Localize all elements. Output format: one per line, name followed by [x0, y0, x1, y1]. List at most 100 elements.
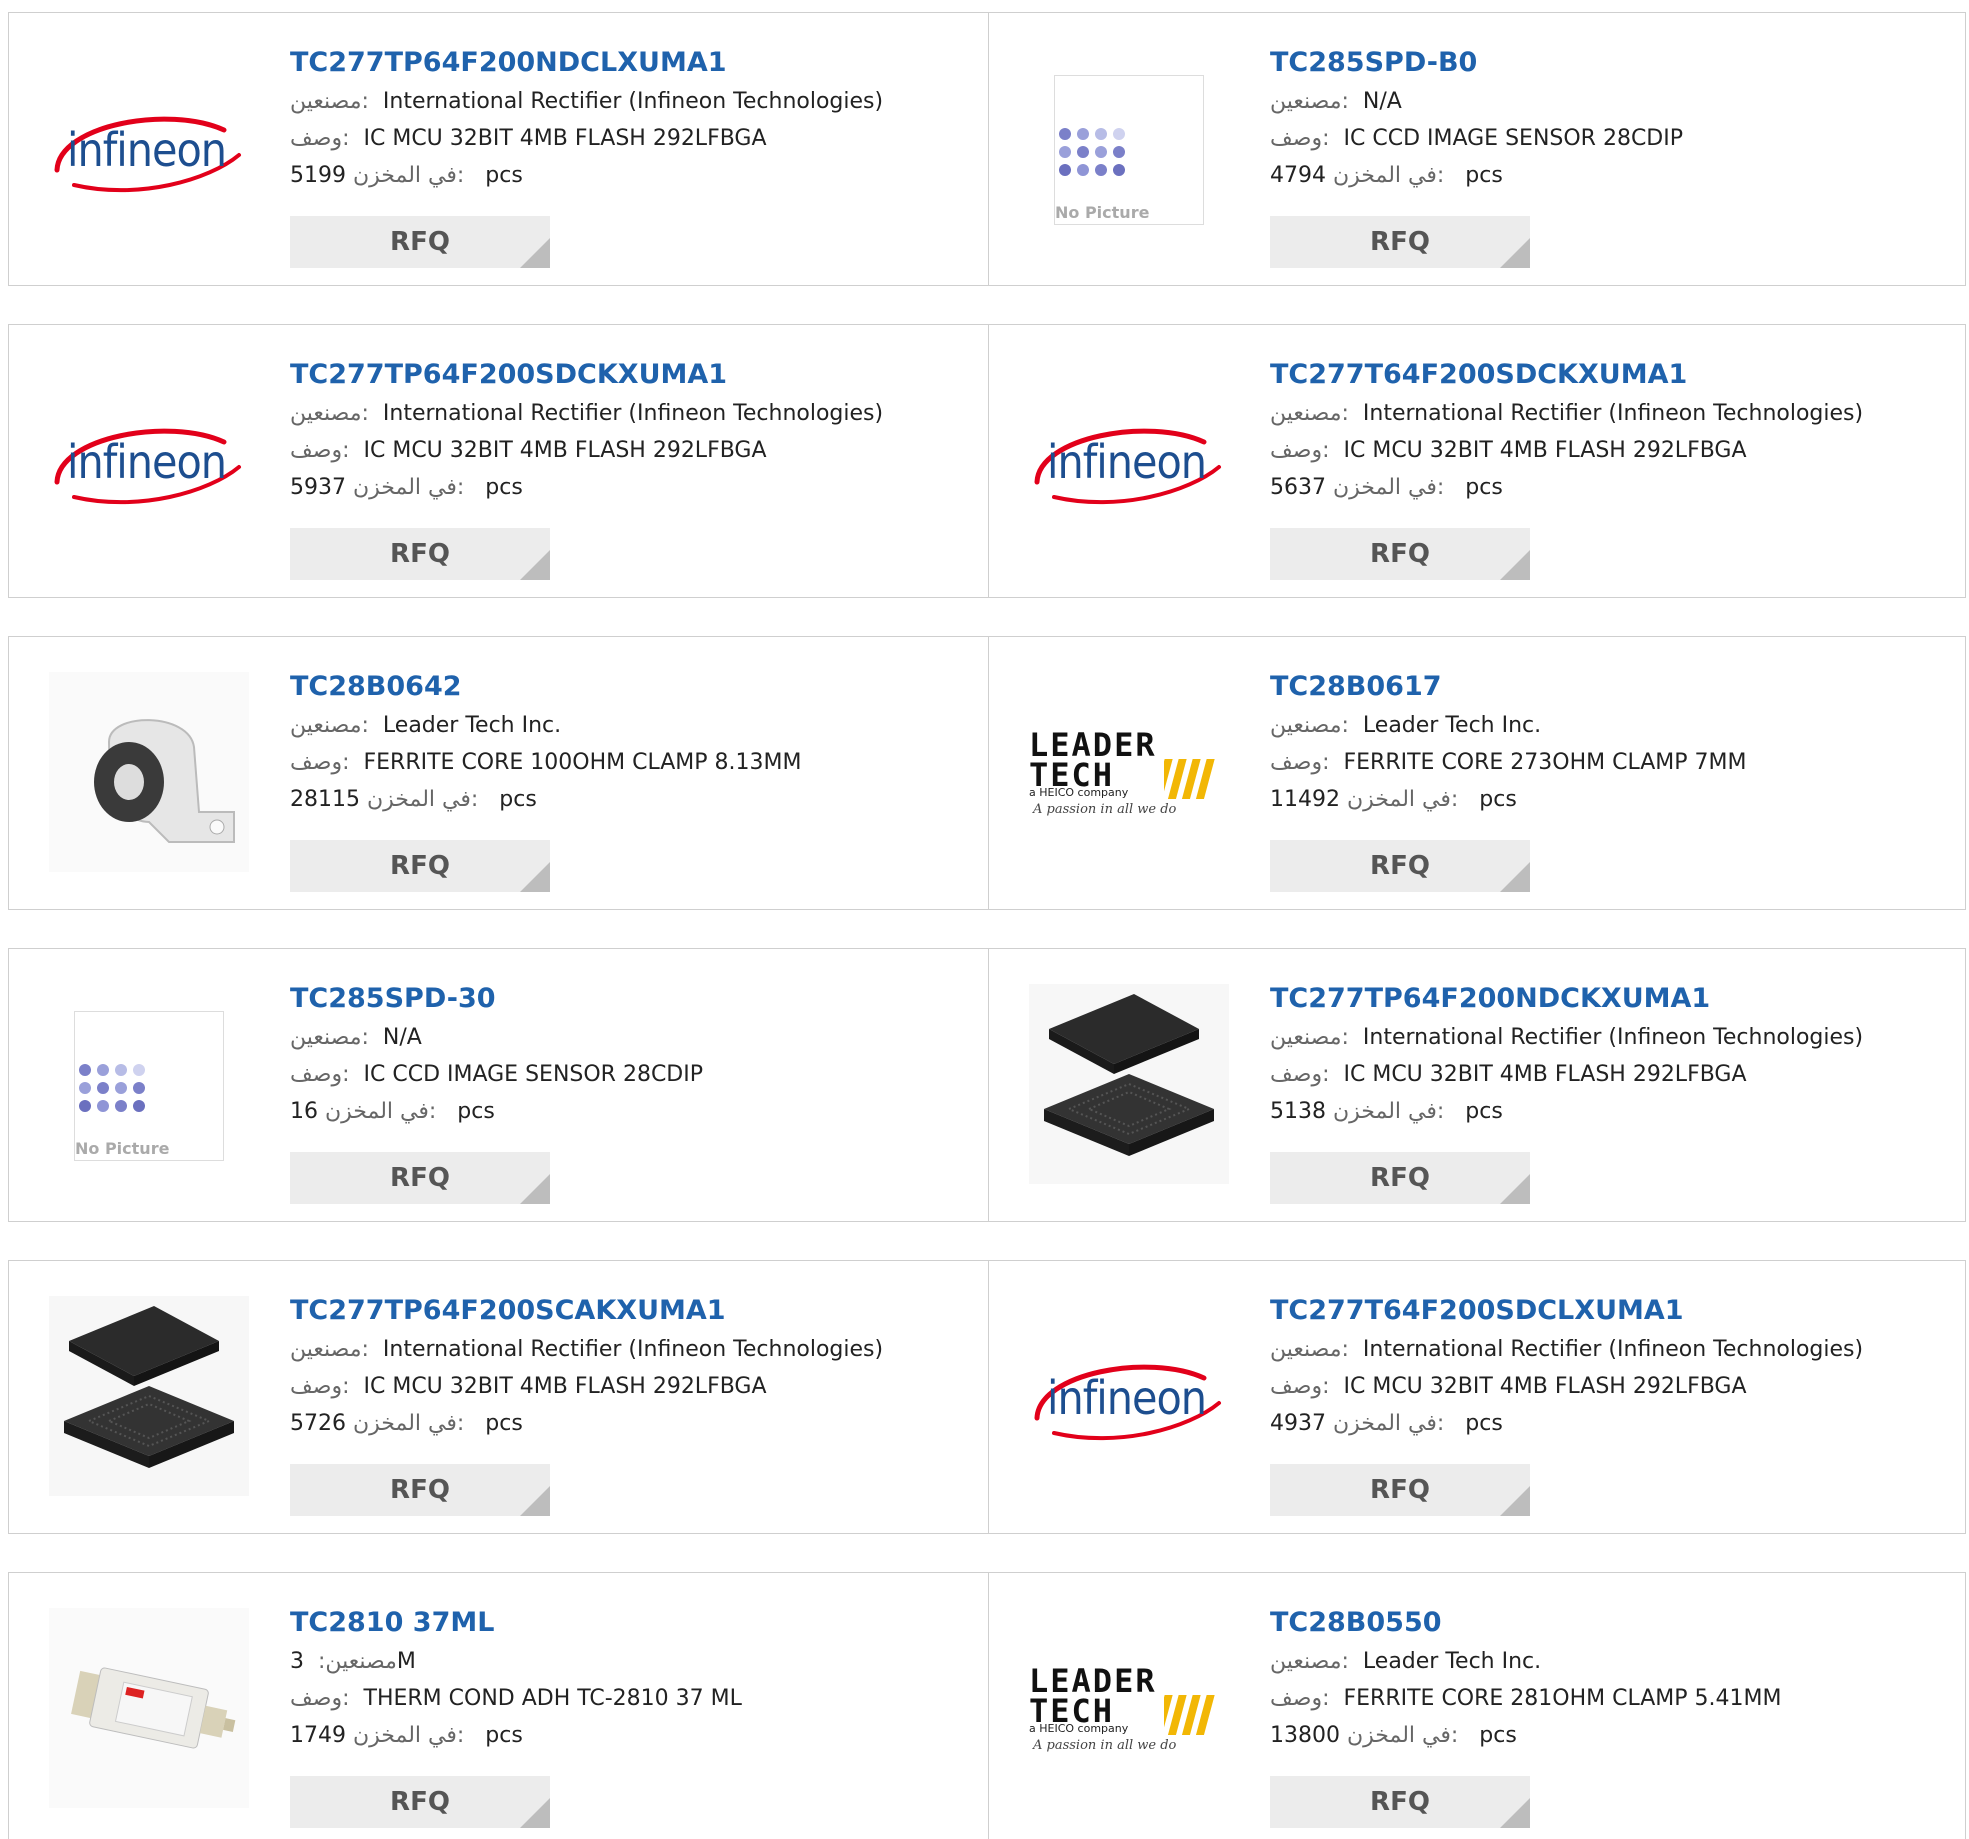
corner-triangle-icon: [1500, 1174, 1530, 1204]
description-line: وصف: IC MCU 32BIT 4MB FLASH 292LFBGA: [290, 432, 970, 469]
manufacturer-label: مصنعين:: [290, 713, 369, 738]
stock-value: 11492: [1270, 787, 1340, 812]
rfq-button[interactable]: RFQ: [1270, 216, 1530, 268]
description-value: FERRITE CORE 273OHM CLAMP 7MM: [1343, 750, 1747, 775]
no-picture-icon: No Picture: [74, 1011, 224, 1161]
infineon-logo-icon: infineon: [1029, 412, 1229, 512]
product-card: LEADER TECH a HEICO company A passion in …: [989, 637, 1967, 909]
no-picture-text: No Picture: [1055, 203, 1150, 222]
rfq-button[interactable]: RFQ: [290, 840, 550, 892]
description-line: وصف: IC MCU 32BIT 4MB FLASH 292LFBGA: [1270, 1056, 1950, 1093]
stock-line: 13800 في المخزن: pcs: [1270, 1717, 1950, 1754]
product-part-number-link[interactable]: TC277T64F200SDCLXUMA1: [1270, 1291, 1684, 1331]
stock-value: 1749: [290, 1723, 346, 1748]
stock-unit: pcs: [457, 1099, 495, 1124]
product-row: infineon TC277TP64F200NDCLXUMA1 مصنعين: …: [8, 12, 1966, 286]
corner-triangle-icon: [520, 1486, 550, 1516]
product-part-number-link[interactable]: TC277TP64F200SCAKXUMA1: [290, 1291, 726, 1331]
rfq-button[interactable]: RFQ: [1270, 840, 1530, 892]
product-part-number-link[interactable]: TC285SPD-B0: [1270, 43, 1477, 83]
product-card: infineon TC277TP64F200SDCKXUMA1 مصنعين: …: [9, 325, 987, 597]
product-image[interactable]: infineon: [1029, 1298, 1229, 1498]
manufacturer-label: مصنعين:: [290, 1337, 369, 1362]
product-image[interactable]: infineon: [49, 50, 249, 250]
description-line: وصف: IC CCD IMAGE SENSOR 28CDIP: [290, 1056, 970, 1093]
product-part-number-link[interactable]: TC277TP64F200NDCLXUMA1: [290, 43, 727, 83]
rfq-button[interactable]: RFQ: [290, 528, 550, 580]
rfq-button[interactable]: RFQ: [1270, 1152, 1530, 1204]
stock-unit: pcs: [1465, 1099, 1503, 1124]
rfq-label: RFQ: [390, 1475, 450, 1505]
no-picture-icon: No Picture: [1054, 75, 1204, 225]
rfq-button[interactable]: RFQ: [1270, 528, 1530, 580]
product-image[interactable]: LEADER TECH a HEICO company A passion in …: [1029, 674, 1229, 874]
description-line: وصف: IC MCU 32BIT 4MB FLASH 292LFBGA: [1270, 1368, 1950, 1405]
manufacturer-value: International Rectifier (Infineon Techno…: [1362, 1337, 1864, 1362]
stock-value: 16: [290, 1099, 318, 1124]
corner-triangle-icon: [1500, 1486, 1530, 1516]
description-value: IC MCU 32BIT 4MB FLASH 292LFBGA: [363, 438, 767, 463]
description-label: وصف:: [290, 126, 350, 151]
product-part-number-link[interactable]: TC28B0550: [1270, 1603, 1442, 1643]
description-line: وصف: FERRITE CORE 281OHM CLAMP 5.41MM: [1270, 1680, 1950, 1717]
stock-label: في المخزن:: [353, 1723, 465, 1748]
manufacturer-label: مصنعين:: [318, 1649, 397, 1674]
product-image[interactable]: [49, 672, 249, 874]
stock-unit: pcs: [1479, 1723, 1517, 1748]
product-image[interactable]: [49, 1608, 249, 1812]
product-part-number-link[interactable]: TC285SPD-30: [290, 979, 496, 1019]
rfq-button[interactable]: RFQ: [1270, 1776, 1530, 1828]
rfq-label: RFQ: [1370, 1787, 1430, 1817]
manufacturer-label: مصنعين:: [290, 1025, 369, 1050]
stock-line: 16 في المخزن: pcs: [290, 1093, 970, 1130]
product-image[interactable]: [49, 1296, 249, 1498]
product-part-number-link[interactable]: TC28B0642: [290, 667, 462, 707]
product-image[interactable]: infineon: [1029, 362, 1229, 562]
stock-label: في المخزن:: [1333, 1411, 1445, 1436]
rfq-button[interactable]: RFQ: [290, 1776, 550, 1828]
product-image[interactable]: [1029, 984, 1229, 1186]
product-image[interactable]: infineon: [49, 362, 249, 562]
product-info: TC285SPD-B0 مصنعين: N/A وصف: IC CCD IMAG…: [1270, 43, 1950, 194]
description-label: وصف:: [1270, 126, 1330, 151]
description-label: وصف:: [290, 1686, 350, 1711]
manufacturer-value: International Rectifier (Infineon Techno…: [382, 401, 884, 426]
product-image[interactable]: LEADER TECH a HEICO company A passion in …: [1029, 1610, 1229, 1810]
product-image[interactable]: No Picture: [1029, 50, 1229, 250]
product-info: TC28B0550 مصنعين: Leader Tech Inc. وصف: …: [1270, 1603, 1950, 1754]
product-part-number-link[interactable]: TC277TP64F200SDCKXUMA1: [290, 355, 727, 395]
rfq-button[interactable]: RFQ: [290, 1464, 550, 1516]
product-part-number-link[interactable]: TC28B0617: [1270, 667, 1442, 707]
product-card: LEADER TECH a HEICO company A passion in …: [989, 1573, 1967, 1839]
svg-text:infineon: infineon: [1047, 1371, 1206, 1425]
stock-unit: pcs: [485, 1723, 523, 1748]
rfq-label: RFQ: [390, 851, 450, 881]
manufacturer-label: مصنعين:: [1270, 1025, 1349, 1050]
description-label: وصف:: [290, 1062, 350, 1087]
product-row: No Picture TC285SPD-30 مصنعين: N/A وصف: …: [8, 948, 1966, 1222]
product-image[interactable]: No Picture: [49, 986, 249, 1186]
svg-text:infineon: infineon: [67, 123, 226, 177]
description-value: IC MCU 32BIT 4MB FLASH 292LFBGA: [1343, 1374, 1747, 1399]
manufacturer-line: مصنعين: International Rectifier (Infineo…: [290, 1331, 970, 1368]
manufacturer-value: International Rectifier (Infineon Techno…: [382, 89, 884, 114]
infineon-logo-icon: infineon: [49, 412, 249, 512]
manufacturer-line: مصنعين: International Rectifier (Infineo…: [290, 83, 970, 120]
stock-value: 5138: [1270, 1099, 1326, 1124]
stock-value: 5199: [290, 163, 346, 188]
stock-unit: pcs: [1465, 1411, 1503, 1436]
manufacturer-line: مصنعين: International Rectifier (Infineo…: [1270, 395, 1950, 432]
no-picture-text: No Picture: [75, 1139, 170, 1158]
adhesive-tube-icon: [49, 1608, 249, 1812]
rfq-button[interactable]: RFQ: [290, 216, 550, 268]
stock-unit: pcs: [485, 163, 523, 188]
stock-line: 5138 في المخزن: pcs: [1270, 1093, 1950, 1130]
product-part-number-link[interactable]: TC277T64F200SDCKXUMA1: [1270, 355, 1687, 395]
product-card: No Picture TC285SPD-B0 مصنعين: N/A وصف: …: [989, 13, 1967, 285]
rfq-button[interactable]: RFQ: [1270, 1464, 1530, 1516]
product-part-number-link[interactable]: TC2810 37ML: [290, 1603, 494, 1643]
product-part-number-link[interactable]: TC277TP64F200NDCKXUMA1: [1270, 979, 1710, 1019]
stock-value: 4794: [1270, 163, 1326, 188]
rfq-button[interactable]: RFQ: [290, 1152, 550, 1204]
manufacturer-line: مصنعين: 3M: [290, 1643, 970, 1680]
